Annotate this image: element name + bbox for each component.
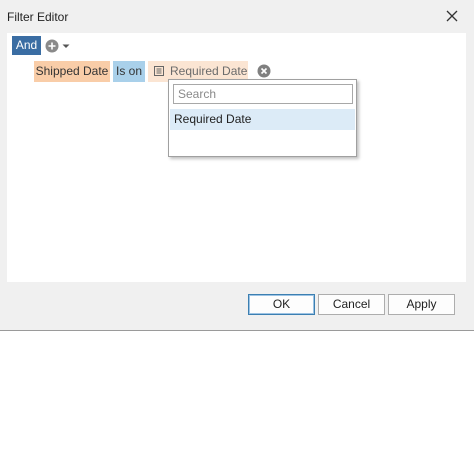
remove-condition-button[interactable] — [257, 64, 271, 78]
add-condition-button[interactable] — [45, 39, 73, 53]
ok-button[interactable]: OK — [248, 294, 315, 315]
close-icon — [446, 10, 458, 22]
chevron-down-icon — [62, 44, 70, 48]
value-dropdown: Required Date — [168, 79, 357, 157]
remove-circle-icon — [257, 64, 271, 78]
condition-field-chip[interactable]: Shipped Date — [34, 61, 110, 82]
cancel-button[interactable]: Cancel — [318, 294, 385, 315]
close-button[interactable] — [440, 4, 464, 28]
title-bar: Filter Editor — [0, 0, 474, 32]
field-list-icon — [154, 66, 164, 76]
filter-tree-area: And Shipped Date Is on Required Date Sea… — [7, 33, 466, 282]
dropdown-search-input[interactable] — [173, 84, 353, 104]
add-circle-icon — [45, 39, 59, 53]
apply-button[interactable]: Apply — [388, 294, 455, 315]
condition-operator-chip[interactable]: Is on — [113, 61, 145, 82]
group-operator-button[interactable]: And — [12, 36, 41, 55]
dropdown-item-required-date[interactable]: Required Date — [170, 109, 355, 130]
filter-editor-dialog: Filter Editor And Shipped Date Is on Req… — [0, 0, 474, 331]
window-title: Filter Editor — [7, 10, 69, 24]
dialog-bottom-border — [0, 330, 474, 331]
condition-value-label: Required Date — [170, 64, 248, 78]
